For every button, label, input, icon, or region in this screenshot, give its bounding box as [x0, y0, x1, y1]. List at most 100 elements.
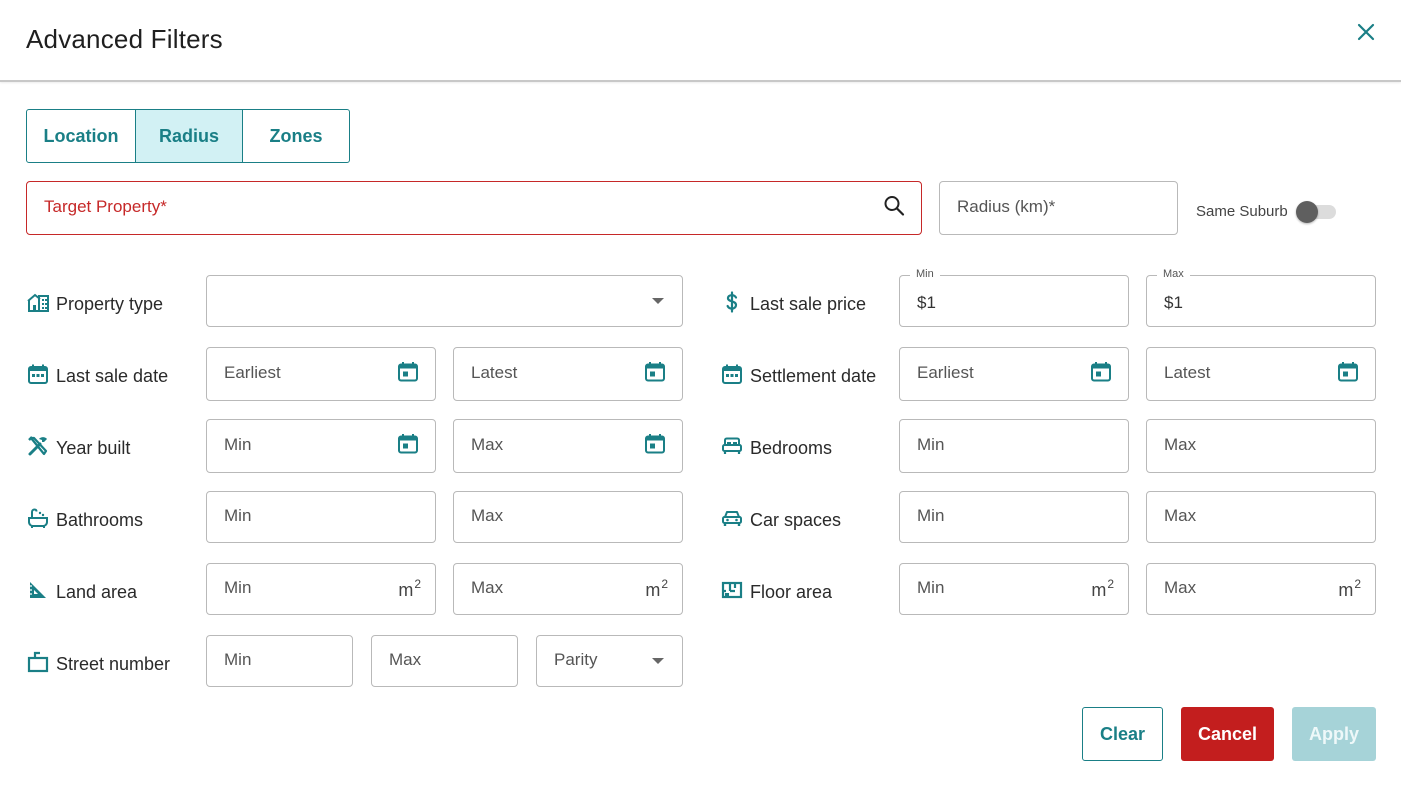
land-area-min[interactable]: Min m2 — [206, 563, 436, 615]
toggle-knob — [1296, 201, 1318, 223]
price-min-value: $1 — [917, 293, 936, 312]
calendar-icon[interactable] — [643, 432, 667, 461]
last-sale-price-label: Last sale price — [750, 294, 867, 314]
year-built-row-label: Year built — [26, 434, 130, 463]
last-sale-date-label: Last sale date — [56, 366, 169, 386]
same-suburb-toggle[interactable] — [1296, 201, 1338, 223]
car-spaces-max[interactable]: Max — [1146, 491, 1376, 543]
bedrooms-max[interactable]: Max — [1146, 419, 1376, 473]
min-placeholder: Min — [224, 506, 252, 525]
bedrooms-row-label: Bedrooms — [720, 434, 832, 463]
same-suburb-label: Same Suburb — [1196, 203, 1288, 220]
max-placeholder: Max — [1164, 506, 1197, 525]
max-placeholder: Max — [1164, 578, 1197, 597]
cancel-button[interactable]: Cancel — [1181, 707, 1274, 761]
tools-icon — [26, 434, 50, 463]
clear-button[interactable]: Clear — [1082, 707, 1163, 761]
settlement-date-latest[interactable]: Latest — [1146, 347, 1376, 401]
radius-placeholder: Radius (km)* — [957, 197, 1056, 216]
max-placeholder: Max — [389, 650, 422, 669]
parity-placeholder: Parity — [554, 650, 598, 669]
floor-area-min[interactable]: Min m2 — [899, 563, 1129, 615]
square-metre-unit: m2 — [1091, 577, 1114, 600]
land-area-max[interactable]: Max m2 — [453, 563, 683, 615]
apply-button[interactable]: Apply — [1292, 707, 1376, 761]
set-square-icon — [26, 578, 50, 607]
bathrooms-row-label: Bathrooms — [26, 506, 143, 535]
last-sale-date-latest[interactable]: Latest — [453, 347, 683, 401]
last-sale-date-earliest[interactable]: Earliest — [206, 347, 436, 401]
price-max-value: $1 — [1164, 293, 1183, 312]
search-icon[interactable] — [883, 195, 905, 222]
property-type-row-label: Property type — [26, 290, 163, 319]
car-spaces-min[interactable]: Min — [899, 491, 1129, 543]
land-area-label: Land area — [56, 582, 138, 602]
street-number-label: Street number — [56, 654, 171, 674]
street-number-max[interactable]: Max — [371, 635, 518, 687]
min-placeholder: Min — [224, 435, 252, 454]
dialog-header: Advanced Filters — [0, 0, 1401, 82]
property-type-select[interactable] — [206, 275, 683, 327]
floor-area-max[interactable]: Max m2 — [1146, 563, 1376, 615]
calendar-icon[interactable] — [643, 360, 667, 389]
min-placeholder: Min — [224, 650, 252, 669]
year-built-max[interactable]: Max — [453, 419, 683, 473]
floor-area-row-label: Floor area — [720, 578, 832, 607]
bedrooms-min[interactable]: Min — [899, 419, 1129, 473]
calendar-icon[interactable] — [1336, 360, 1360, 389]
square-metre-unit: m2 — [645, 577, 668, 600]
chevron-down-icon — [652, 298, 664, 304]
latest-placeholder: Latest — [1164, 363, 1211, 382]
year-built-min[interactable]: Min — [206, 419, 436, 473]
radius-input[interactable]: Radius (km)* — [939, 181, 1178, 235]
settlement-date-earliest[interactable]: Earliest — [899, 347, 1129, 401]
search-mode-tabs: Location Radius Zones — [26, 109, 350, 163]
calendar-icon — [720, 362, 744, 391]
calendar-icon[interactable] — [396, 360, 420, 389]
last-sale-date-row-label: Last sale date — [26, 362, 168, 391]
street-number-min[interactable]: Min — [206, 635, 353, 687]
min-placeholder: Min — [224, 578, 252, 597]
close-icon[interactable] — [1354, 20, 1378, 44]
target-property-input[interactable]: Target Property* — [26, 181, 922, 235]
tab-zones[interactable]: Zones — [242, 110, 349, 162]
earliest-placeholder: Earliest — [224, 363, 281, 382]
latest-placeholder: Latest — [471, 363, 518, 382]
floor-area-label: Floor area — [750, 582, 833, 602]
tab-radius[interactable]: Radius — [135, 110, 242, 162]
calendar-icon[interactable] — [1089, 360, 1113, 389]
land-area-row-label: Land area — [26, 578, 137, 607]
street-number-icon — [26, 650, 50, 679]
max-placeholder: Max — [471, 506, 504, 525]
target-property-placeholder: Target Property* — [44, 197, 167, 216]
earliest-placeholder: Earliest — [917, 363, 974, 382]
last-sale-price-min[interactable]: Min $1 — [899, 268, 1129, 327]
last-sale-price-row-label: Last sale price — [720, 290, 866, 319]
min-placeholder: Min — [917, 435, 945, 454]
car-icon — [720, 506, 744, 535]
bed-icon — [720, 434, 744, 463]
property-type-label: Property type — [56, 294, 164, 314]
street-number-row-label: Street number — [26, 650, 170, 679]
price-max-legend: Max — [1157, 268, 1190, 280]
calendar-icon[interactable] — [396, 432, 420, 461]
price-min-legend: Min — [910, 268, 940, 280]
max-placeholder: Max — [471, 435, 504, 454]
building-icon — [26, 290, 50, 319]
max-placeholder: Max — [471, 578, 504, 597]
bathtub-icon — [26, 506, 50, 535]
car-spaces-label: Car spaces — [750, 510, 842, 530]
chevron-down-icon — [652, 658, 664, 664]
bathrooms-min[interactable]: Min — [206, 491, 436, 543]
tab-location[interactable]: Location — [27, 110, 135, 162]
last-sale-price-max[interactable]: Max $1 — [1146, 268, 1376, 327]
bedrooms-label: Bedrooms — [750, 438, 833, 458]
parity-select[interactable]: Parity — [536, 635, 683, 687]
dollar-icon — [720, 290, 744, 319]
year-built-label: Year built — [56, 438, 131, 458]
settlement-date-label: Settlement date — [750, 366, 877, 386]
car-spaces-row-label: Car spaces — [720, 506, 841, 535]
bathrooms-max[interactable]: Max — [453, 491, 683, 543]
square-metre-unit: m2 — [398, 577, 421, 600]
min-placeholder: Min — [917, 578, 945, 597]
